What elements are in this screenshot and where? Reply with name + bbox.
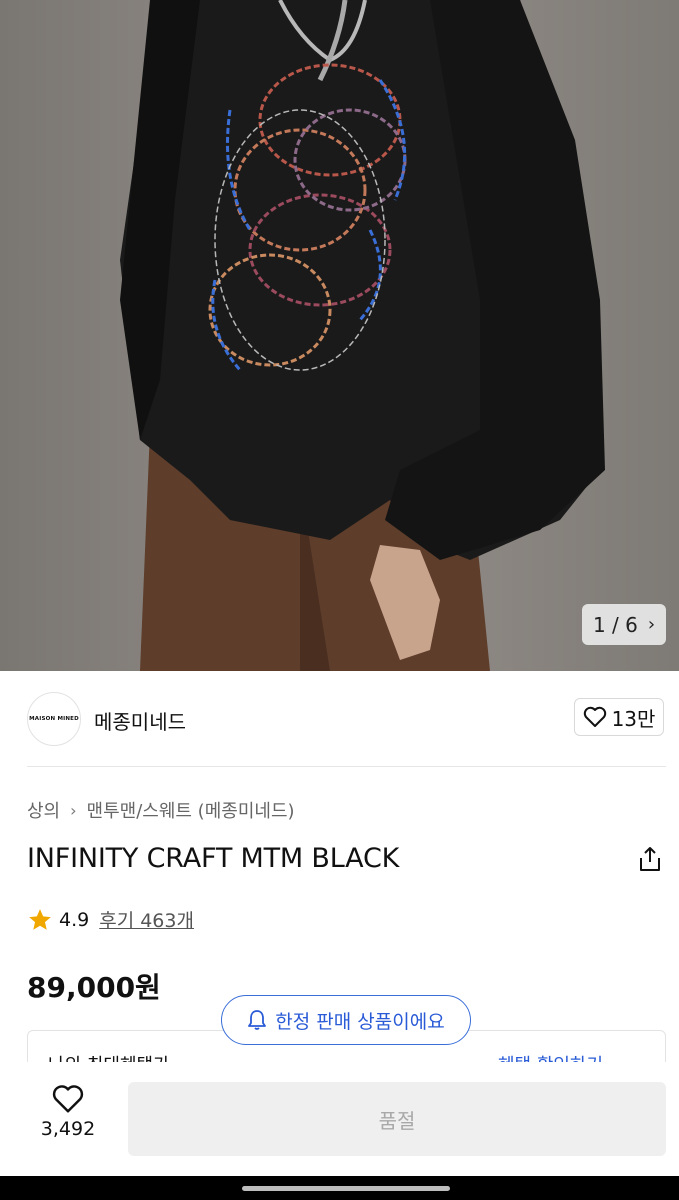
breadcrumb: 상의 › 맨투맨/스웨트 (메종미네드) [27, 797, 295, 823]
chevron-right-icon: › [70, 800, 77, 820]
rating-score: 4.9 [59, 908, 90, 931]
brand-logo[interactable]: MAISON MINED [27, 692, 81, 746]
limited-sale-text: 한정 판매 상품이에요 [275, 1010, 445, 1033]
limited-sale-badge: 한정 판매 상품이에요 [221, 995, 471, 1045]
brand-row: MAISON MINED 메종미네드 13만 [0, 690, 679, 750]
heart-icon [52, 1085, 84, 1113]
product-image-gallery[interactable]: 1 / 6 › [0, 0, 679, 671]
review-count-link[interactable]: 후기 463개 [99, 906, 194, 933]
brand-like-count: 13만 [611, 706, 656, 731]
rating-row: 4.9 후기 463개 [27, 906, 194, 933]
breadcrumb-subcategory[interactable]: 맨투맨/스웨트 (메종미네드) [87, 797, 295, 823]
bottom-action-bar: 3,492 품절 [0, 1062, 679, 1176]
product-photo [120, 0, 605, 671]
brand-name[interactable]: 메종미네드 [94, 706, 186, 735]
divider [27, 766, 666, 767]
image-counter-button[interactable]: 1 / 6 › [582, 604, 666, 645]
wishlist-button[interactable]: 3,492 [30, 1084, 106, 1140]
home-indicator[interactable] [242, 1186, 450, 1191]
heart-icon [583, 706, 606, 727]
breadcrumb-category[interactable]: 상의 [27, 797, 60, 823]
share-icon[interactable] [636, 845, 664, 873]
wishlist-count: 3,492 [40, 1118, 96, 1140]
brand-like-button[interactable]: 13만 [574, 698, 664, 736]
brand-logo-text: MAISON MINED [29, 716, 79, 722]
product-title: INFINITY CRAFT MTM BLACK [27, 843, 400, 874]
product-price: 89,000원 [27, 971, 161, 1004]
chevron-right-icon: › [647, 614, 656, 635]
star-icon [29, 908, 51, 930]
bell-icon [248, 1010, 267, 1030]
sold-out-button[interactable]: 품절 [128, 1082, 666, 1156]
home-bar [0, 1176, 679, 1200]
image-counter-text: 1 / 6 [592, 612, 638, 637]
